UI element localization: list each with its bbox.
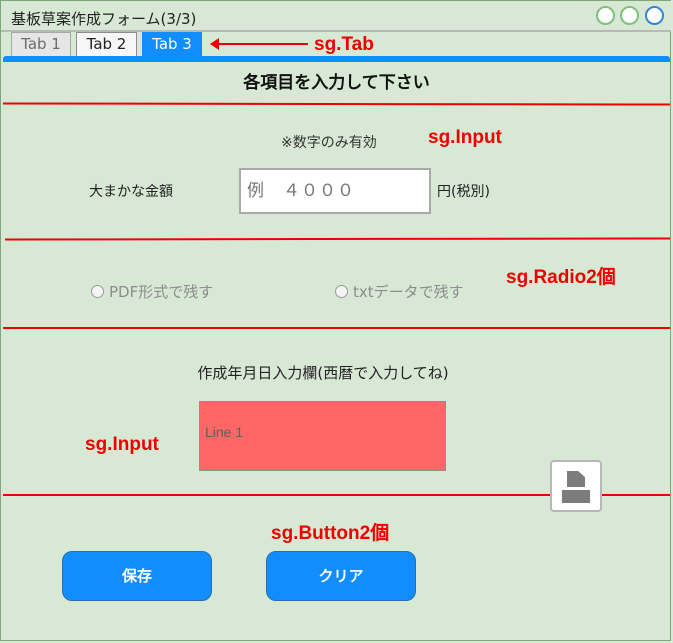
tab-2[interactable]: Tab 2 xyxy=(76,32,137,56)
amount-input[interactable] xyxy=(239,168,431,214)
section-divider xyxy=(3,327,670,329)
annotation-arrow-head xyxy=(210,38,219,50)
minimize-button[interactable] xyxy=(596,6,615,25)
save-button[interactable]: 保存 xyxy=(62,551,212,601)
radio-button-icon[interactable] xyxy=(335,285,348,298)
radio-pdf[interactable]: PDF形式で残す xyxy=(91,281,213,302)
tab-1[interactable]: Tab 1 xyxy=(11,32,71,56)
radio-txt[interactable]: txtデータで残す xyxy=(335,281,464,302)
annotation-input-bottom: sg.Input xyxy=(85,434,159,455)
annotation-arrow xyxy=(212,43,308,45)
maximize-button[interactable] xyxy=(620,6,639,25)
amount-label: 大まかな金額 xyxy=(89,184,173,200)
date-input[interactable]: Line 1 xyxy=(199,401,446,471)
annotation-button: sg.Button2個 xyxy=(271,523,390,544)
radio-button-icon[interactable] xyxy=(91,285,104,298)
title-bar: 基板草案作成フォーム(3/3) xyxy=(1,1,672,31)
file-browse-button[interactable] xyxy=(550,460,602,512)
amount-unit: 円(税別) xyxy=(437,184,490,200)
radio-pdf-label: PDF形式で残す xyxy=(109,283,214,301)
tray-gap xyxy=(562,488,590,490)
date-label: 作成年月日入力欄(西暦で入力してね) xyxy=(197,364,449,382)
amount-hint: ※数字のみ有効 xyxy=(281,135,377,151)
annotation-tab: sg.Tab xyxy=(314,34,374,55)
annotation-input-top: sg.Input xyxy=(428,127,502,148)
form-heading: 各項目を入力して下さい xyxy=(243,73,430,93)
annotation-radio: sg.Radio2個 xyxy=(506,267,616,288)
tray-icon xyxy=(562,489,590,503)
tab-3[interactable]: Tab 3 xyxy=(142,32,202,56)
document-icon xyxy=(567,471,585,487)
close-button[interactable] xyxy=(645,6,664,25)
window-title: 基板草案作成フォーム(3/3) xyxy=(11,10,197,28)
radio-txt-label: txtデータで残す xyxy=(353,283,464,301)
clear-button[interactable]: クリア xyxy=(266,551,416,601)
